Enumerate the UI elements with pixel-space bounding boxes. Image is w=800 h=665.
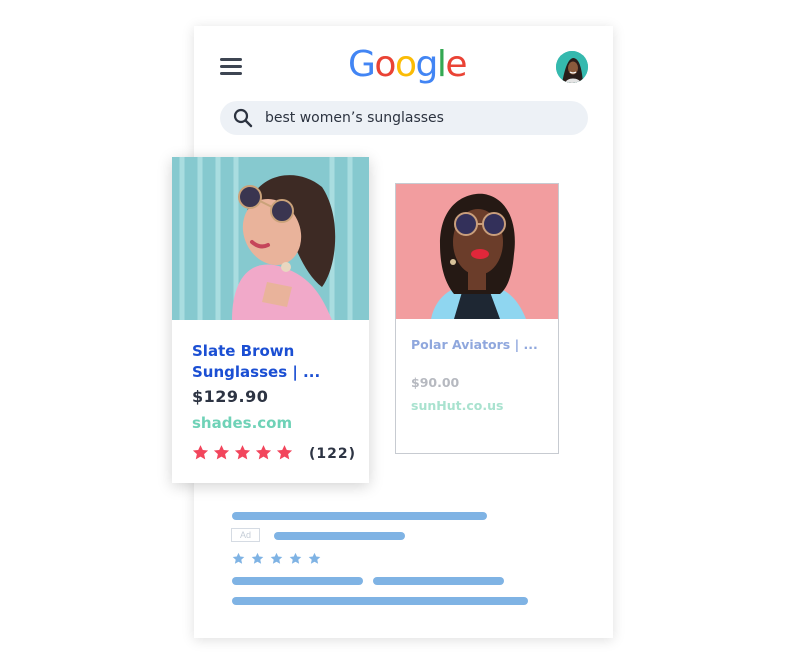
review-count: (122) (309, 446, 357, 462)
product-card-2[interactable]: Polar Aviators | ... $90.00 sunHut.co.us (395, 183, 559, 454)
product-price: $129.90 (192, 387, 269, 406)
star-icon (308, 552, 321, 564)
logo-letter: e (445, 44, 467, 85)
product-price: $90.00 (411, 375, 460, 390)
star-icon (289, 552, 302, 564)
logo-letter: l (436, 44, 447, 85)
star-icon (251, 552, 264, 564)
search-bar[interactable]: best women’s sunglasses (220, 101, 588, 135)
search-query[interactable]: best women’s sunglasses (265, 110, 444, 126)
star-icon (213, 445, 230, 460)
star-icon (276, 445, 293, 460)
hamburger-menu-icon[interactable] (220, 58, 242, 76)
placeholder-line (232, 577, 363, 585)
star-icon (234, 445, 251, 460)
star-rating (192, 444, 293, 461)
star-icon (270, 552, 283, 564)
star-icon (255, 445, 272, 460)
product-title[interactable]: Slate Brown Sunglasses | ... (192, 341, 362, 383)
logo-letter: o (394, 44, 417, 85)
placeholder-line (232, 597, 528, 605)
star-icon (192, 445, 209, 460)
ad-badge: Ad (231, 528, 260, 542)
logo-letter: G (348, 44, 376, 85)
ad-star-rating (232, 552, 321, 565)
placeholder-line (232, 512, 487, 520)
logo-letter: g (415, 44, 438, 85)
product-image-1[interactable] (172, 157, 369, 320)
placeholder-line (274, 532, 405, 540)
product-site[interactable]: sunHut.co.us (411, 398, 503, 413)
product-title[interactable]: Polar Aviators | ... (411, 336, 551, 353)
logo-letter: o (374, 44, 396, 85)
product-image-2[interactable] (396, 184, 558, 319)
google-logo[interactable]: Google (348, 43, 467, 87)
star-icon (232, 552, 245, 564)
search-icon (233, 108, 253, 128)
product-card-1[interactable]: Slate Brown Sunglasses | ... $129.90 sha… (172, 157, 369, 483)
user-avatar[interactable] (556, 51, 588, 83)
placeholder-line (373, 577, 504, 585)
product-site[interactable]: shades.com (192, 414, 292, 432)
